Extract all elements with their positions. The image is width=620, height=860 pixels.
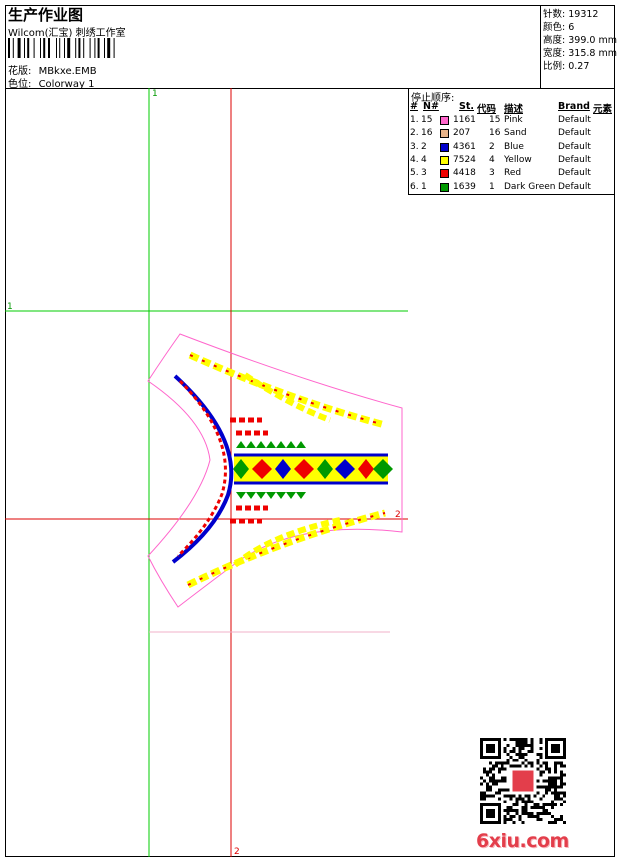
green-triangle-row-bottom — [236, 492, 306, 499]
green-triangle — [286, 492, 296, 499]
green-triangle — [236, 492, 246, 499]
green-triangle — [296, 441, 306, 448]
green-triangle — [266, 492, 276, 499]
green-triangle — [256, 441, 266, 448]
green-triangle — [266, 441, 276, 448]
green-triangle — [256, 492, 266, 499]
green-triangle — [286, 441, 296, 448]
blue-arc-outer — [171, 374, 234, 564]
site-logo: 6xiu.com — [476, 830, 569, 852]
yellow-band-top — [188, 351, 386, 429]
green-triangle-row-top — [236, 441, 306, 448]
yellow-band-inner-top — [243, 372, 332, 423]
green-triangle — [246, 441, 256, 448]
red-arc-chevrons — [176, 379, 227, 558]
green-triangle — [276, 492, 286, 499]
green-triangle — [236, 441, 246, 448]
axis-label-left: 1 — [7, 302, 13, 312]
qr-code — [480, 738, 566, 824]
qr-center-logo — [512, 770, 534, 792]
axis-label-top: 1 — [152, 89, 158, 99]
design-canvas — [5, 88, 408, 857]
green-triangle — [296, 492, 306, 499]
green-triangle — [276, 441, 286, 448]
yellow-band-bottom — [186, 509, 386, 589]
axis-label-right: 2 — [395, 510, 401, 520]
green-triangle — [246, 492, 256, 499]
axis-label-bottom: 2 — [234, 847, 240, 857]
